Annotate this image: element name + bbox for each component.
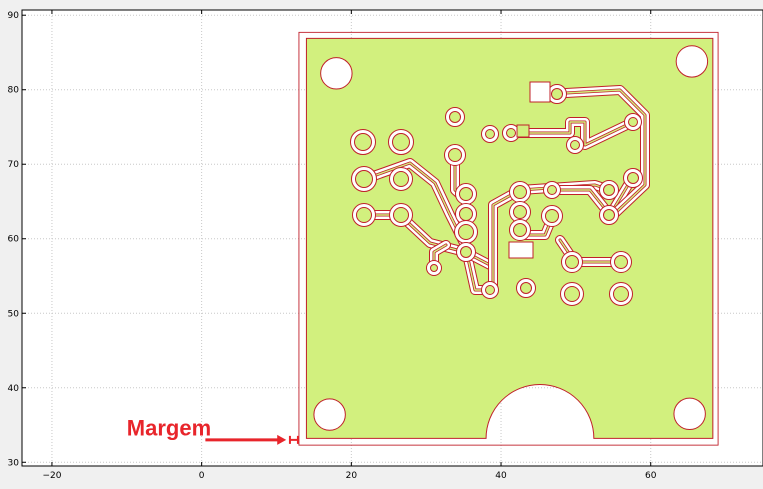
cam-plot: −20 0 20 40 60 30 40 50 60 70 80 90 Margem — [8, 9, 763, 481]
mounting-hole — [673, 397, 706, 431]
x-tick-label: 0 — [199, 471, 205, 481]
pad — [565, 255, 579, 269]
pad — [627, 172, 639, 184]
pad — [459, 207, 473, 221]
pad-square — [508, 241, 534, 259]
pad — [551, 88, 563, 100]
pad — [613, 286, 629, 302]
pad — [485, 285, 495, 295]
y-tick-label: 30 — [8, 458, 20, 468]
pad — [448, 148, 462, 162]
pad — [520, 282, 532, 294]
pad — [354, 133, 372, 151]
pad — [393, 171, 409, 187]
pad — [458, 224, 474, 240]
pad — [506, 128, 516, 138]
pad — [459, 187, 473, 201]
pcb-board — [298, 31, 719, 446]
mounting-hole — [675, 45, 709, 78]
y-tick-label: 70 — [8, 160, 20, 170]
pad-square — [516, 124, 530, 138]
pad — [570, 140, 580, 150]
pad — [430, 264, 438, 272]
pad — [355, 170, 373, 188]
mounting-hole — [313, 398, 346, 431]
y-tick-label: 60 — [8, 235, 20, 245]
pad — [628, 117, 638, 127]
pad — [564, 286, 580, 302]
pad — [513, 185, 527, 199]
margin-label: Margem — [127, 415, 211, 440]
pad — [547, 185, 557, 195]
x-tick-label: 60 — [645, 471, 657, 481]
pad — [614, 255, 628, 269]
pad-square — [529, 81, 551, 103]
pad — [603, 209, 615, 221]
x-tick-label: 20 — [346, 471, 358, 481]
pad — [449, 111, 461, 123]
mounting-hole — [320, 57, 353, 90]
y-tick-label: 50 — [8, 309, 20, 319]
pad — [513, 205, 527, 219]
y-tick-label: 80 — [8, 86, 20, 96]
pad — [356, 207, 372, 223]
pad — [513, 223, 527, 237]
x-tick-label: −20 — [42, 471, 61, 481]
pad — [485, 129, 495, 139]
pad — [460, 246, 472, 258]
pad — [545, 209, 559, 223]
y-tick-label: 90 — [8, 11, 20, 21]
x-tick-label: 40 — [495, 471, 507, 481]
pad — [603, 184, 615, 196]
pad — [393, 207, 409, 223]
copper-pour — [305, 37, 714, 439]
y-tick-label: 40 — [8, 384, 20, 394]
pad — [392, 133, 410, 151]
